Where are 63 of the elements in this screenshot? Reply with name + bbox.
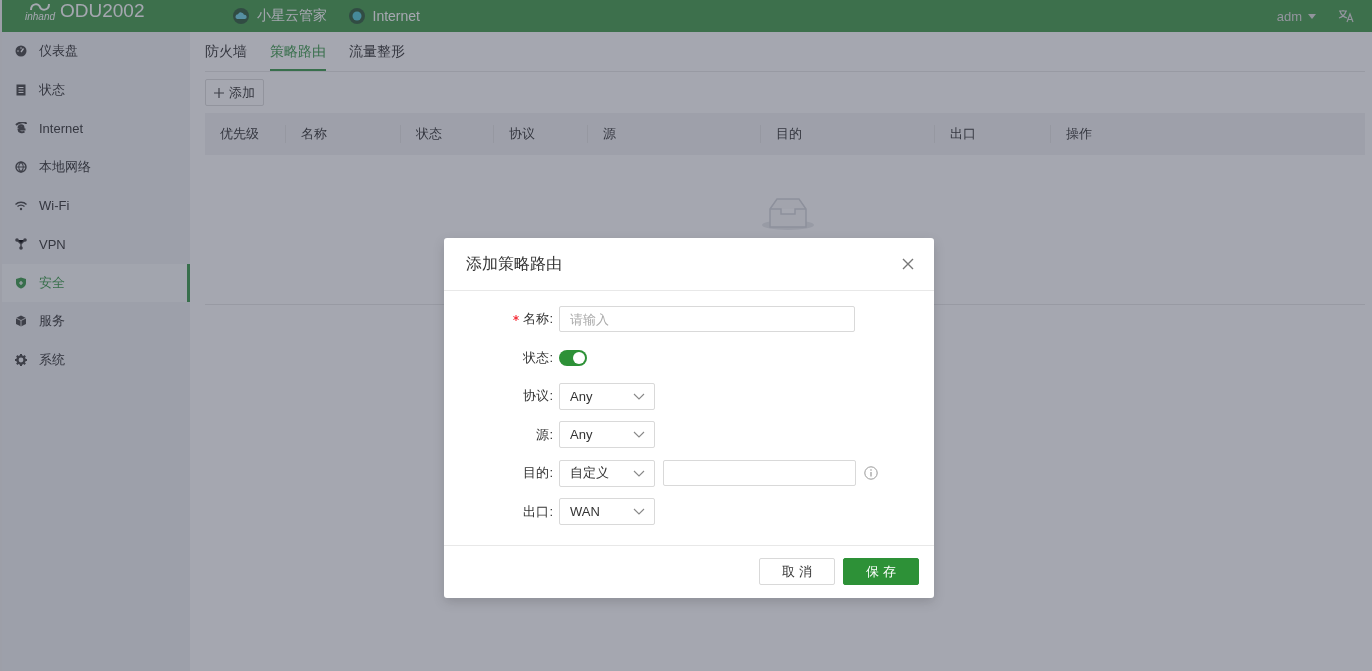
logo-icon — [29, 2, 51, 12]
header-link[interactable]: 小星云管家 — [256, 7, 327, 25]
chevron-down-icon — [633, 508, 645, 516]
sidebar-item[interactable]: 安全 — [2, 263, 190, 303]
select-dropdown[interactable]: Any — [559, 382, 655, 410]
chevron-down-icon — [633, 469, 645, 477]
caret-icon — [1308, 13, 1316, 19]
info-icon — [864, 466, 878, 481]
field-label: 源: — [536, 425, 553, 444]
header-link[interactable]: Internet — [372, 8, 420, 24]
sidebar-item[interactable]: 本地网络 — [2, 147, 190, 187]
tab[interactable]: 流量整形 — [349, 32, 405, 71]
field-label: 协议: — [523, 387, 553, 406]
close-icon[interactable] — [902, 258, 914, 270]
required-asterisk-icon — [513, 315, 520, 321]
plus-icon — [214, 87, 224, 98]
sidebar-item[interactable]: 服务 — [2, 302, 190, 341]
document-icon — [15, 83, 27, 96]
column-header: 目的 — [760, 125, 934, 143]
add-button[interactable]: 添加 — [205, 79, 264, 106]
field-label: 出口: — [523, 502, 553, 521]
wifi-icon — [15, 199, 27, 212]
dialog-title: 添加策略路由 — [466, 253, 562, 274]
status-dot-icon — [348, 8, 365, 24]
select-dropdown[interactable]: 自定义 — [559, 459, 655, 487]
sidebar-item[interactable]: VPN — [2, 224, 190, 264]
field-label: 名称: — [523, 310, 553, 328]
globe-icon — [15, 161, 27, 174]
gauge-icon — [15, 45, 27, 58]
tab[interactable]: 防火墙 — [205, 32, 247, 71]
sidebar-item[interactable]: 状态 — [2, 70, 190, 110]
address-input[interactable] — [663, 460, 856, 487]
column-header: 名称 — [285, 125, 400, 143]
column-header: 优先级 — [219, 125, 260, 143]
toggle-switch[interactable] — [559, 349, 587, 366]
browser-e-icon — [15, 122, 27, 135]
sidebar-item[interactable]: 系统 — [2, 340, 190, 380]
column-header: 源 — [587, 125, 760, 143]
chevron-down-icon — [633, 392, 645, 400]
sidebar-item[interactable]: Internet — [2, 109, 190, 148]
field-label: 目的: — [523, 464, 553, 483]
column-header: 状态 — [400, 125, 493, 143]
column-header: 协议 — [493, 125, 587, 143]
chevron-down-icon — [633, 431, 645, 439]
logo-text: inhand — [25, 12, 55, 22]
network-nodes-icon — [15, 238, 27, 251]
select-dropdown[interactable]: WAN — [559, 498, 655, 526]
select-dropdown[interactable]: Any — [559, 421, 655, 449]
tab[interactable]: 策略路由 — [270, 32, 326, 71]
column-header: 出口 — [934, 125, 1050, 143]
column-header: 操作 — [1050, 125, 1365, 143]
empty-inbox-icon — [762, 195, 814, 231]
sidebar-item[interactable]: Wi-Fi — [2, 186, 190, 225]
name-input[interactable]: 请输入 — [559, 306, 855, 332]
cancel-button[interactable]: 取 消 — [759, 558, 835, 586]
save-button[interactable]: 保 存 — [843, 558, 919, 586]
gear-icon — [15, 354, 27, 367]
sidebar-item[interactable]: 仪表盘 — [2, 32, 190, 71]
cube-icon — [15, 315, 27, 328]
product-name: ODU2002 — [60, 0, 145, 22]
field-label: 状态: — [523, 348, 553, 367]
cloud-icon — [232, 8, 249, 24]
shield-icon — [15, 276, 27, 289]
